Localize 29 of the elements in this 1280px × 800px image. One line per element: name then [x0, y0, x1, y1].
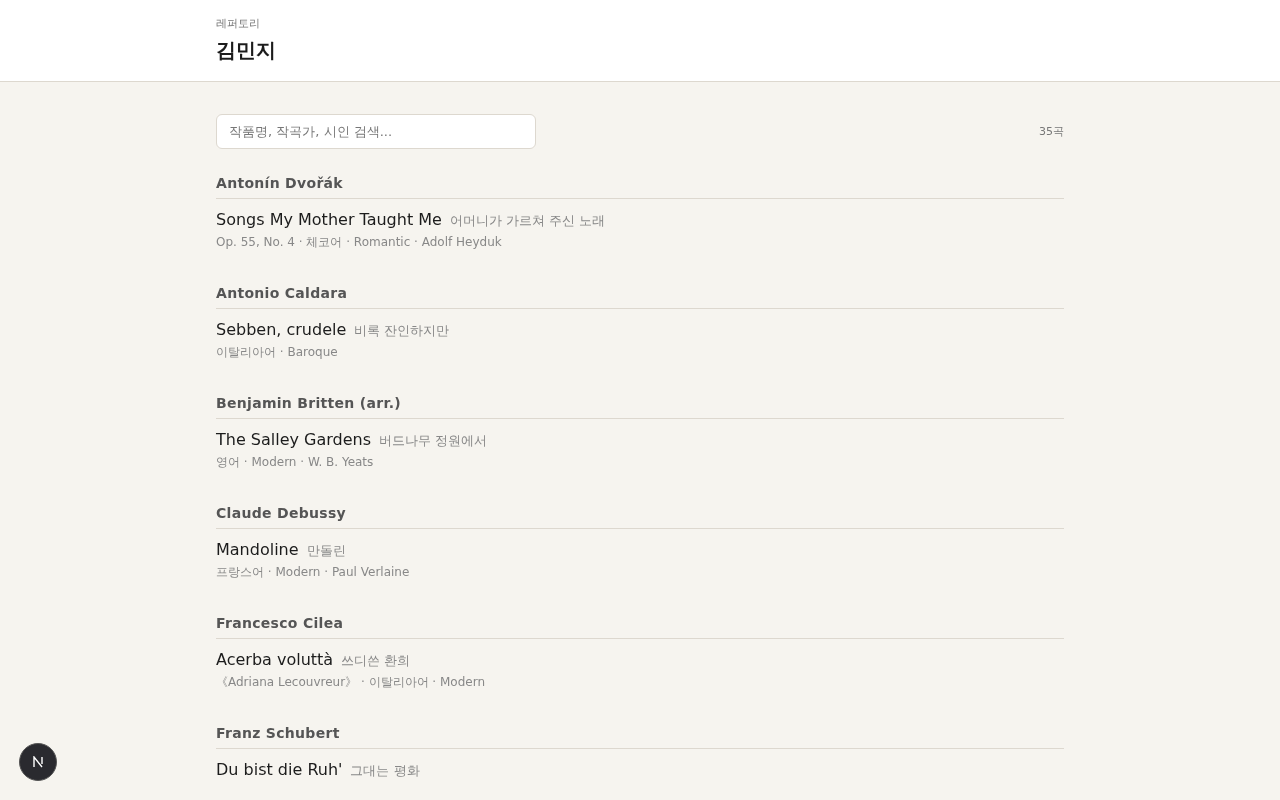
song-title[interactable]: Sebben, crudele: [216, 320, 347, 339]
page-title: 김민지: [216, 37, 277, 64]
song-translation: 그대는 평화: [350, 762, 420, 780]
logo-icon: [32, 756, 44, 768]
song-translation: 비록 잔인하지만: [354, 322, 450, 340]
composer-heading: Claude Debussy: [216, 505, 1064, 529]
song-meta: 이탈리아어 · Baroque: [216, 344, 339, 361]
song-meta: 프랑스어 · Modern · Paul Verlaine: [216, 564, 411, 581]
composer-heading: Antonín Dvořák: [216, 175, 1064, 199]
song-meta: 《Adriana Lecouvreur》 · 이탈리아어 · Modern: [216, 674, 486, 691]
song-meta: 영어 · Modern · W. B. Yeats: [216, 454, 375, 471]
song-title[interactable]: Acerba voluttà: [216, 650, 334, 669]
composer-heading: Benjamin Britten (arr.): [216, 395, 1064, 419]
search-field[interactable]: 작품명, 작곡가, 시인 검색...: [216, 114, 536, 149]
song-title[interactable]: Mandoline: [216, 540, 299, 559]
page-eyebrow: 레퍼토리: [216, 16, 261, 31]
song-title[interactable]: The Salley Gardens: [216, 430, 372, 449]
song-meta: Op. 55, No. 4 · 체코어 · Romantic · Adolf Heyduk: [216, 234, 503, 251]
song-translation: 쓰디쓴 환희: [341, 652, 411, 670]
song-count: 35곡: [1039, 124, 1064, 139]
song-translation: 어머니가 가르쳐 주신 노래: [449, 212, 606, 230]
composer-heading: Franz Schubert: [216, 725, 1064, 749]
composer-heading: Francesco Cilea: [216, 615, 1064, 639]
song-translation: 버드나무 정원에서: [379, 432, 488, 450]
song-title[interactable]: Du bist die Ruh': [216, 760, 343, 779]
composer-heading: Antonio Caldara: [216, 285, 1064, 309]
song-translation: 만돌린: [306, 542, 346, 560]
logo-button[interactable]: [19, 743, 57, 781]
song-title[interactable]: Songs My Mother Taught Me: [216, 210, 442, 229]
